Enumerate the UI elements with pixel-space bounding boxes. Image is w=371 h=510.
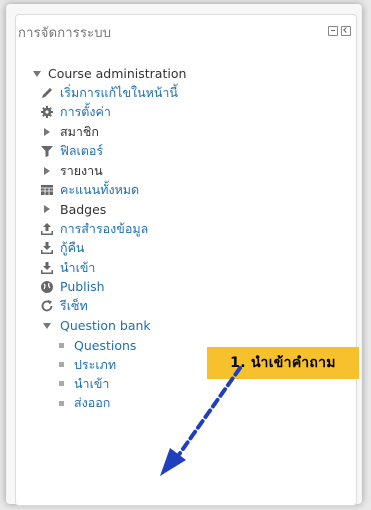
tree-item-label[interactable]: Questions xyxy=(74,338,136,353)
tree-item-item-10[interactable]: นำเข้า xyxy=(30,258,330,277)
gear-icon xyxy=(40,105,54,119)
expanded-triangle xyxy=(40,319,54,333)
tree-item-label[interactable]: การสำรองข้อมูล xyxy=(60,219,148,239)
tree-item-label[interactable]: การตั้งค่า xyxy=(60,102,111,122)
tree-item-item-5[interactable]: รายงาน xyxy=(30,161,330,180)
minus-icon[interactable] xyxy=(328,26,338,36)
expanded-triangle xyxy=(30,67,44,81)
tree-item-label: รายงาน xyxy=(60,162,103,178)
tree-item-item-1[interactable]: เริ่มการแก้ไขในหน้านี้ xyxy=(30,83,330,102)
tree-item-label: Course administration xyxy=(48,66,187,82)
tree-item-label: สมาชิก xyxy=(60,123,99,139)
tree-item-label[interactable]: คะแนนทั้งหมด xyxy=(60,180,139,200)
dock-icon[interactable] xyxy=(341,26,351,36)
tree-item-item-8[interactable]: การสำรองข้อมูล xyxy=(30,219,330,238)
filter-icon xyxy=(40,144,54,158)
tree-item-course-administration[interactable]: Course administration xyxy=(30,64,330,83)
bullet-icon xyxy=(54,358,68,372)
tree-item-item-3[interactable]: สมาชิก xyxy=(30,122,330,141)
download-icon xyxy=(40,261,54,275)
tree-item-badges[interactable]: Badges xyxy=(30,200,330,219)
tree-item-question-bank[interactable]: Question bank xyxy=(30,316,330,335)
tree-item-item-12[interactable]: รีเซ็ท xyxy=(30,297,330,316)
collapsed-triangle xyxy=(40,125,54,139)
bullet-icon xyxy=(54,377,68,391)
refresh-icon xyxy=(40,299,54,313)
tree-item-publish[interactable]: Publish xyxy=(30,277,330,296)
bullet-icon xyxy=(54,396,68,410)
upload-icon xyxy=(40,222,54,236)
tree-item-label[interactable]: ฟิลเตอร์ xyxy=(60,141,103,161)
tree-item-label[interactable]: Question bank xyxy=(60,318,151,333)
table-icon xyxy=(40,183,54,197)
block-header: การจัดการระบบ xyxy=(18,22,351,42)
globe-icon xyxy=(40,280,54,294)
tree-item-label[interactable]: Publish xyxy=(60,279,105,294)
tree-item-label[interactable]: นำเข้า xyxy=(60,258,95,278)
tree-item-label[interactable]: ประเภท xyxy=(74,355,116,375)
bullet-icon xyxy=(54,338,68,352)
tree-item-label[interactable]: เริ่มการแก้ไขในหน้านี้ xyxy=(60,83,178,103)
annotation-callout: 1. นำเข้าคำถาม xyxy=(207,347,359,379)
tree-item-item-6[interactable]: คะแนนทั้งหมด xyxy=(30,180,330,199)
tree-item-label[interactable]: รีเซ็ท xyxy=(60,296,88,316)
tree-item-label[interactable]: กู้คืน xyxy=(60,238,84,258)
tree-item-item-17[interactable]: ส่งออก xyxy=(30,394,330,413)
pencil-icon xyxy=(40,86,54,100)
tree-item-item-9[interactable]: กู้คืน xyxy=(30,239,330,258)
tree-item-item-2[interactable]: การตั้งค่า xyxy=(30,103,330,122)
collapsed-triangle xyxy=(40,164,54,178)
download-icon xyxy=(40,241,54,255)
tree-item-label[interactable]: นำเข้า xyxy=(74,374,109,394)
block-title: การจัดการระบบ xyxy=(18,26,112,41)
block-controls xyxy=(328,26,351,36)
tree-item-label[interactable]: ส่งออก xyxy=(74,393,110,413)
collapsed-triangle xyxy=(40,202,54,216)
tree-item-item-4[interactable]: ฟิลเตอร์ xyxy=(30,142,330,161)
tree-item-label: Badges xyxy=(60,201,107,217)
